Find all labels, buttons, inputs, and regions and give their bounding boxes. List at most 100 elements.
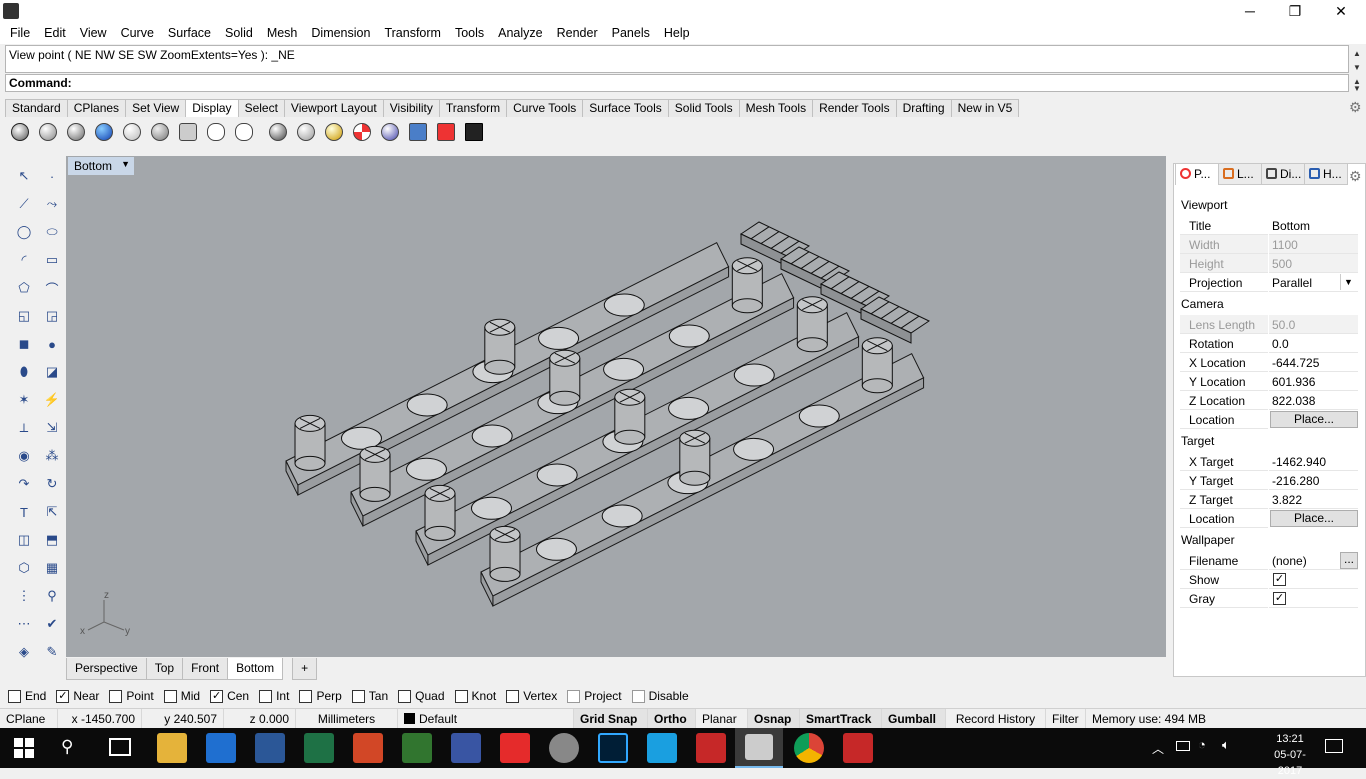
- layout-icon[interactable]: ⬒: [40, 528, 64, 552]
- osnap-point-checkbox[interactable]: [109, 689, 123, 703]
- viewport-tab-top[interactable]: Top: [145, 658, 184, 680]
- toolbar-tab-transform[interactable]: Transform: [438, 99, 508, 117]
- gear-icon[interactable]: ⚙: [1349, 99, 1365, 115]
- gray-checkbox[interactable]: ✓: [1273, 592, 1286, 605]
- z-target-field[interactable]: 3.822: [1269, 490, 1358, 509]
- acrobat-icon[interactable]: [500, 733, 530, 763]
- osnap-mid-checkbox[interactable]: [163, 689, 177, 703]
- menu-dimension[interactable]: Dimension: [304, 22, 377, 44]
- toolbar-tab-render-tools[interactable]: Render Tools: [812, 99, 897, 117]
- osnap-project[interactable]: Project: [567, 689, 622, 703]
- panel-tab-2[interactable]: Di...: [1261, 163, 1305, 185]
- toggle-shade-icon[interactable]: [266, 120, 290, 144]
- mesh-icon[interactable]: ⬡: [12, 556, 36, 580]
- chrome-icon[interactable]: [794, 733, 824, 763]
- menu-help[interactable]: Help: [657, 22, 697, 44]
- split-icon[interactable]: ⟂: [12, 416, 36, 440]
- group-icon[interactable]: ⁂: [40, 444, 64, 468]
- osnap-near[interactable]: ✓ Near: [56, 689, 99, 703]
- box-icon[interactable]: ◼: [12, 332, 36, 356]
- toolbar-tab-mesh-tools[interactable]: Mesh Tools: [738, 99, 814, 117]
- pen-icon[interactable]: [176, 120, 200, 144]
- panel-gear-icon[interactable]: ⚙: [1349, 168, 1362, 185]
- move-icon[interactable]: ↷: [12, 472, 36, 496]
- command-scroll-down[interactable]: ▼: [1350, 84, 1364, 93]
- sphere-icon[interactable]: ●: [40, 332, 64, 356]
- sketchup-icon[interactable]: [843, 733, 873, 763]
- boolean-union-icon[interactable]: ◉: [12, 444, 36, 468]
- osnap-quad-checkbox[interactable]: [398, 689, 412, 703]
- array-icon[interactable]: ⋮: [12, 584, 36, 608]
- excel-icon[interactable]: [304, 733, 334, 763]
- mouse-icon[interactable]: [232, 120, 256, 144]
- menu-view[interactable]: View: [73, 22, 114, 44]
- y-location-field[interactable]: 601.936: [1269, 372, 1358, 391]
- battery-icon[interactable]: [1176, 741, 1190, 751]
- model-canvas[interactable]: z x y: [66, 156, 1166, 657]
- rhino-taskbar-button[interactable]: [735, 728, 783, 768]
- toolbar-tab-set-view[interactable]: Set View: [125, 99, 187, 117]
- y-target-field[interactable]: -216.280: [1269, 471, 1358, 490]
- trim-icon[interactable]: ⚡: [40, 388, 64, 412]
- disable-clipping-icon[interactable]: [434, 120, 458, 144]
- panel-tab-3[interactable]: H...: [1304, 163, 1348, 185]
- toolbar-tab-new-in-v5[interactable]: New in V5: [950, 99, 1020, 117]
- arc-icon[interactable]: ◜: [12, 248, 36, 272]
- menu-transform[interactable]: Transform: [377, 22, 448, 44]
- wifi-icon[interactable]: ◔: [1198, 737, 1206, 752]
- osnap-tan[interactable]: Tan: [351, 689, 388, 703]
- title-field[interactable]: Bottom: [1269, 216, 1358, 235]
- render-icon[interactable]: ◈: [12, 640, 36, 664]
- osnap-vertex[interactable]: Vertex: [506, 689, 557, 703]
- fillet-curve-icon[interactable]: ⌒: [40, 276, 64, 300]
- osnap-point[interactable]: Point: [109, 689, 154, 703]
- osnap-disable[interactable]: Disable: [631, 689, 689, 703]
- ellipse-icon[interactable]: ⬭: [40, 220, 64, 244]
- light-sphere-icon[interactable]: [322, 120, 346, 144]
- edge-icon[interactable]: [206, 733, 236, 763]
- osnap-project-checkbox[interactable]: [567, 689, 581, 703]
- menu-edit[interactable]: Edit: [37, 22, 73, 44]
- curve-icon[interactable]: ⤳: [40, 192, 64, 216]
- material-sphere-icon[interactable]: [294, 120, 318, 144]
- menu-panels[interactable]: Panels: [605, 22, 657, 44]
- rhino-app-icon[interactable]: [3, 3, 19, 19]
- powerpoint-icon[interactable]: [353, 733, 383, 763]
- polyline-icon[interactable]: ⟋: [12, 192, 36, 216]
- surface-edit-icon[interactable]: ◲: [40, 304, 64, 328]
- menu-surface[interactable]: Surface: [161, 22, 218, 44]
- osnap-mid[interactable]: Mid: [163, 689, 200, 703]
- target-place-button[interactable]: Place...: [1270, 510, 1358, 527]
- show-checkbox[interactable]: ✓: [1273, 573, 1286, 586]
- toolbar-tab-viewport-layout[interactable]: Viewport Layout: [283, 99, 384, 117]
- viewport-tab-front[interactable]: Front: [182, 658, 229, 680]
- visio-icon[interactable]: [451, 733, 481, 763]
- paint-icon[interactable]: ✎: [40, 640, 64, 664]
- photoshop-icon[interactable]: [598, 733, 628, 763]
- clipping-icon[interactable]: [406, 120, 430, 144]
- shaded-icon[interactable]: [36, 120, 60, 144]
- menu-analyze[interactable]: Analyze: [491, 22, 549, 44]
- chevron-down-icon[interactable]: ▼: [1340, 274, 1356, 290]
- technical-icon[interactable]: [148, 120, 172, 144]
- menu-render[interactable]: Render: [550, 22, 605, 44]
- projection-select[interactable]: Parallel ▼: [1269, 273, 1358, 292]
- maximize-button[interactable]: ❐: [1272, 0, 1318, 22]
- z-location-field[interactable]: 822.038: [1269, 391, 1358, 410]
- artistic-icon[interactable]: [204, 120, 228, 144]
- edit-points-icon[interactable]: ⋯: [12, 612, 36, 636]
- checkmark-icon[interactable]: ✔: [40, 612, 64, 636]
- toolbar-tab-drafting[interactable]: Drafting: [895, 99, 952, 117]
- volume-icon[interactable]: 🔈︎: [1222, 737, 1230, 753]
- task-view-icon[interactable]: [109, 738, 131, 756]
- viewport-tab-bottom[interactable]: Bottom: [227, 658, 284, 680]
- menu-solid[interactable]: Solid: [218, 22, 260, 44]
- toolbar-tab-surface-tools[interactable]: Surface Tools: [582, 99, 669, 117]
- polygon-icon[interactable]: ⬠: [12, 276, 36, 300]
- toolbar-tab-solid-tools[interactable]: Solid Tools: [667, 99, 740, 117]
- osnap-int[interactable]: Int: [259, 689, 289, 703]
- dimension-icon[interactable]: ⇱: [40, 500, 64, 524]
- osnap-disable-checkbox[interactable]: [631, 689, 645, 703]
- explode-icon[interactable]: ✶: [12, 388, 36, 412]
- osnap-cen-checkbox[interactable]: ✓: [210, 689, 224, 703]
